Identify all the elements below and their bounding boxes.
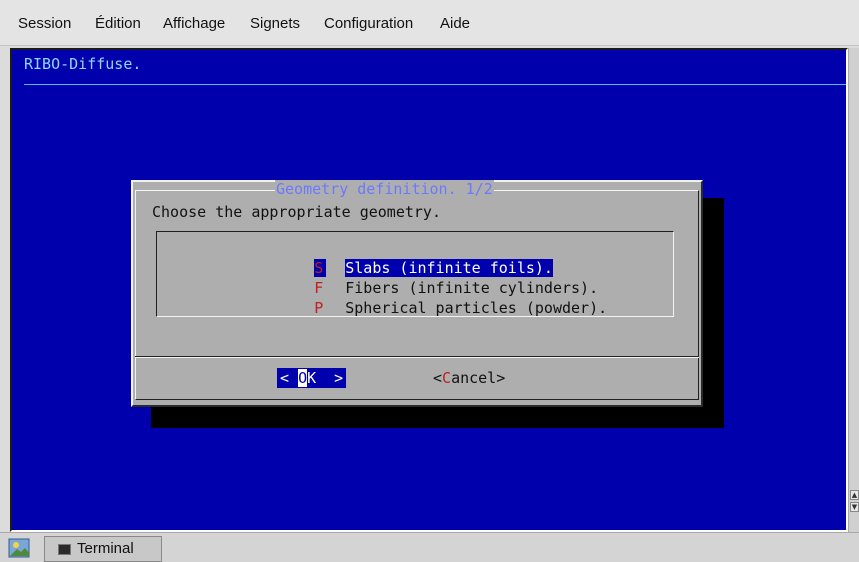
cancel-button[interactable]: <Cancel> — [433, 368, 505, 388]
menu-list: S Slabs (infinite foils). F Fibers (infini… — [156, 231, 674, 317]
backtitle-rule — [24, 84, 846, 85]
terminal-icon — [58, 544, 71, 555]
dialog-prompt: Choose the appropriate geometry. — [152, 203, 441, 221]
menubar: Session Édition Affichage Signets Config… — [0, 0, 859, 46]
list-item-slabs[interactable]: S Slabs (infinite foils). — [242, 241, 553, 277]
menu-session[interactable]: Session — [18, 15, 71, 32]
list-item-spherical[interactable]: P Spherical particles (powder). — [242, 281, 607, 317]
taskbar: Terminal — [0, 532, 859, 562]
list-item-label: Spherical particles (powder). — [345, 299, 608, 317]
ok-button[interactable]: < OK > — [277, 368, 347, 388]
menu-affichage[interactable]: Affichage — [163, 15, 225, 32]
dialog-title: Geometry definition. 1/2 — [275, 180, 494, 198]
backtitle: RIBO-Diffuse. — [24, 55, 142, 73]
menu-configuration[interactable]: Configuration — [324, 15, 413, 32]
menu-signets[interactable]: Signets — [250, 15, 300, 32]
button-separator — [135, 356, 699, 358]
list-item-fibers[interactable]: F Fibers (infinite cylinders). — [242, 261, 598, 297]
taskbar-terminal-button[interactable]: Terminal — [44, 536, 162, 562]
menu-aide[interactable]: Aide — [440, 15, 470, 32]
scrollbar[interactable]: ▲ ▼ — [848, 48, 859, 532]
menu-edition[interactable]: Édition — [95, 15, 141, 32]
scroll-down-arrow-icon[interactable]: ▼ — [850, 502, 859, 512]
dialog: Geometry definition. 1/2 Choose the appr… — [131, 180, 703, 407]
taskbar-terminal-label: Terminal — [77, 540, 134, 557]
list-item-hotkey: P — [314, 299, 324, 317]
scroll-up-arrow-icon[interactable]: ▲ — [850, 490, 859, 500]
terminal-screen[interactable]: RIBO-Diffuse. Geometry definition. 1/2 C… — [10, 48, 848, 532]
start-menu-icon[interactable] — [8, 537, 30, 559]
